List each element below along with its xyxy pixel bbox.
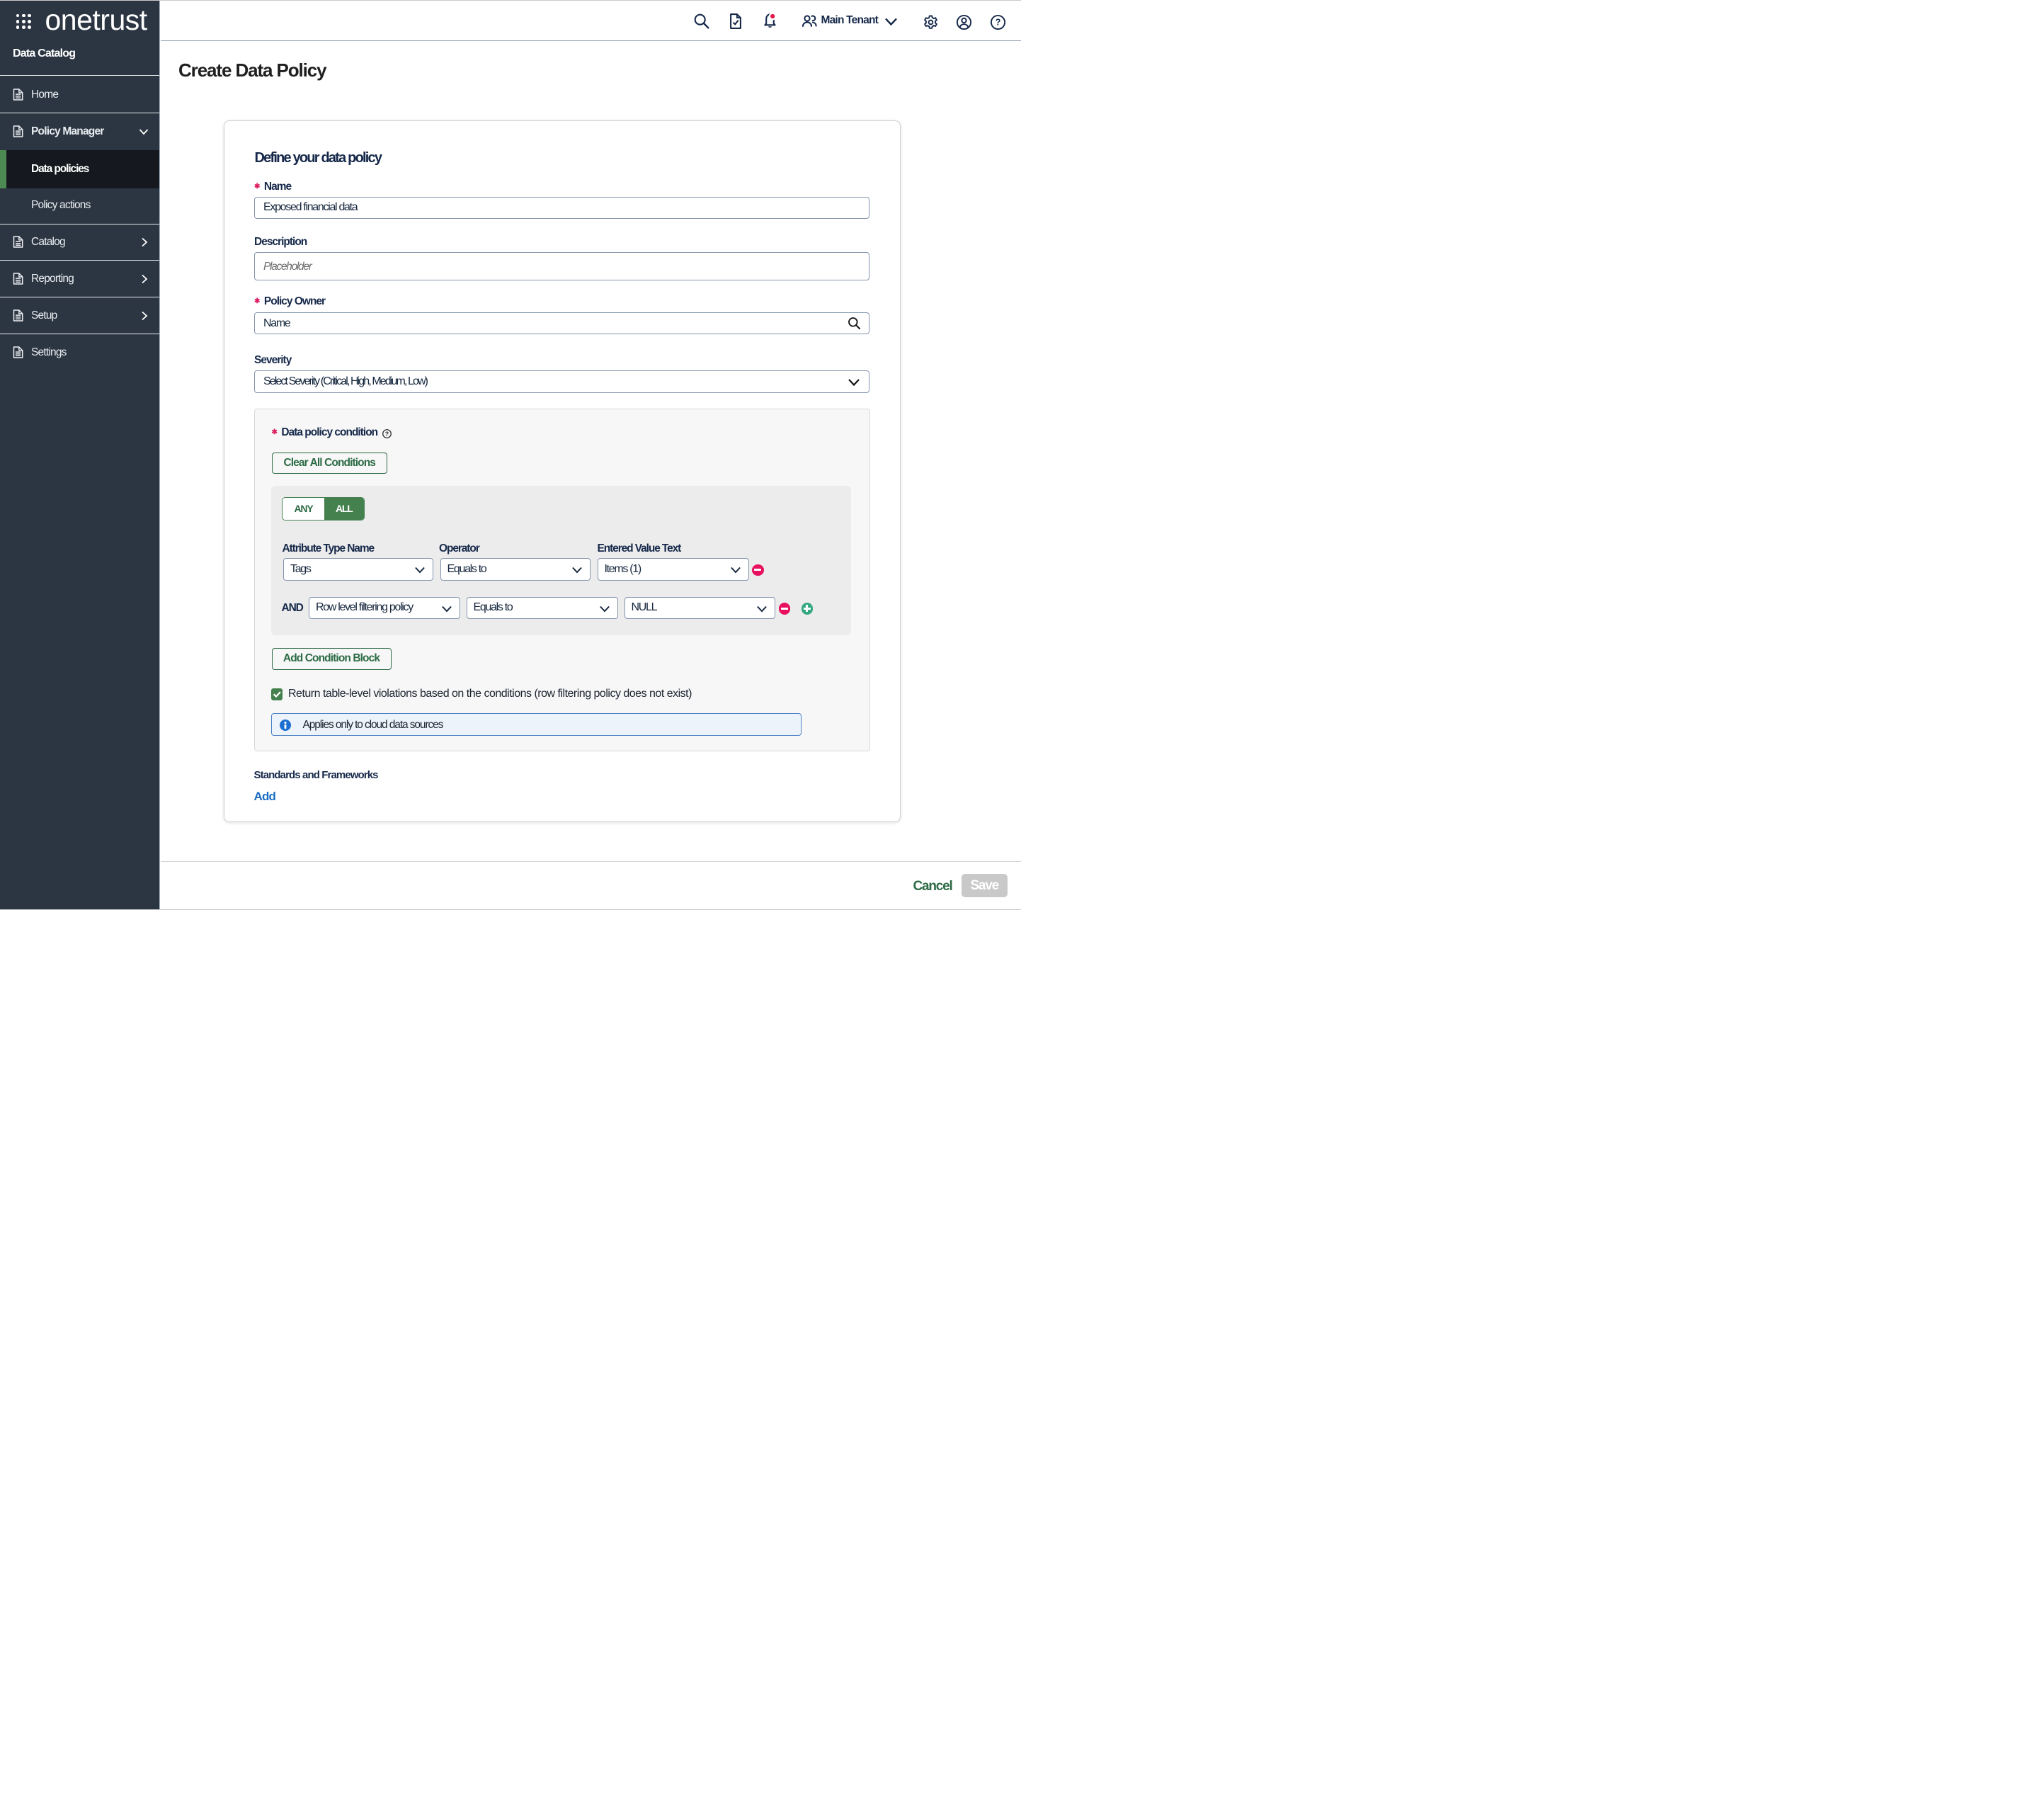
svg-text:?: ? xyxy=(996,17,1001,27)
svg-text:?: ? xyxy=(385,430,389,437)
